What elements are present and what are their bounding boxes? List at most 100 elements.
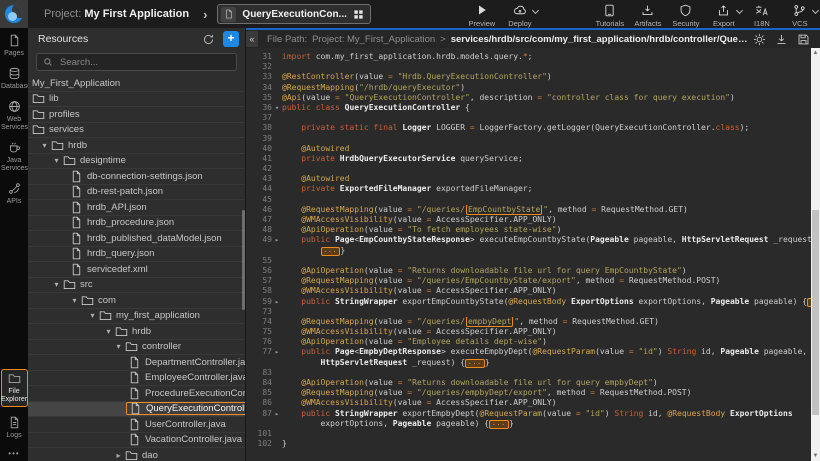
code-line[interactable]: 74 @RequestMapping(value = "/queries/emp… [246, 317, 811, 327]
fold-closed-icon[interactable]: ▸ [272, 347, 282, 357]
chevron-down-icon[interactable] [736, 7, 743, 14]
settings-icon[interactable] [753, 33, 766, 46]
code-line[interactable]: 85 @RequestMapping(value = "/queries/emp… [246, 388, 811, 398]
code-line[interactable]: 55 [246, 256, 811, 266]
code-line[interactable]: 73 [246, 307, 811, 317]
caret-down-icon[interactable]: ▾ [52, 156, 61, 165]
open-file-tab[interactable]: QueryExecutionCon... [217, 4, 370, 24]
security-button[interactable]: Security [667, 0, 705, 28]
code-line[interactable]: 43 @Autowired [246, 174, 811, 184]
tutorials-button[interactable]: Tutorials [591, 0, 629, 28]
scrollbar-thumb[interactable] [812, 210, 819, 415]
code-line[interactable]: 76 @ApiOperation(value = "Employee detai… [246, 337, 811, 347]
code-line[interactable]: 87▸ public StringWrapper exportEmpbyDept… [246, 409, 811, 419]
code-line[interactable]: ...} [246, 246, 811, 256]
sidebar-item-web-services[interactable]: Web Services [1, 100, 28, 132]
collapse-panel-button[interactable]: « [246, 31, 258, 47]
refresh-icon[interactable] [202, 33, 215, 46]
tree-item-designtime[interactable]: ▾designtime [28, 154, 245, 170]
tree-item-procedureexecutioncontroller-java[interactable]: ProcedureExecutionController.java [28, 386, 245, 402]
caret-down-icon[interactable]: ▾ [104, 327, 113, 336]
caret-down-icon[interactable]: ▾ [70, 296, 79, 305]
tree-item-my-first-application[interactable]: ▾my_first_application [28, 309, 245, 325]
tree-item-hrdb-query-json[interactable]: hrdb_query.json [28, 247, 245, 263]
code-line[interactable]: 46 @RequestMapping(value = "/queries/Emp… [246, 205, 811, 215]
code-line[interactable]: 38 private static final Logger LOGGER = … [246, 123, 811, 133]
folded-code-box[interactable]: ... [489, 420, 509, 429]
editor-scrollbar[interactable]: ▲ ▼ [811, 48, 820, 461]
caret-down-icon[interactable]: ▾ [88, 311, 97, 320]
folded-code-box[interactable]: ... [465, 359, 485, 368]
code-line[interactable]: 101 [246, 429, 811, 439]
sidebar-item-pages[interactable]: Pages [1, 34, 28, 58]
code-line[interactable]: 48 @ApiOperation(value = "To fetch emplo… [246, 225, 811, 235]
tree-item-hrdb-api-json[interactable]: hrdb_API.json [28, 200, 245, 216]
code-line[interactable]: 56 @ApiOperation(value = "Returns downlo… [246, 266, 811, 276]
tree-item-services[interactable]: services [28, 123, 245, 139]
caret-right-icon[interactable]: ▸ [114, 451, 123, 460]
tree-item-servicedef-xml[interactable]: servicedef.xml [28, 262, 245, 278]
code-line[interactable]: 37 [246, 113, 811, 123]
fold-closed-icon[interactable]: ▸ [272, 235, 282, 245]
caret-down-icon[interactable]: ▾ [114, 342, 123, 351]
deploy-button[interactable]: Deploy [501, 0, 539, 28]
code-line[interactable]: 75 @WMAccessVisibility(value = AccessSpe… [246, 327, 811, 337]
fold-closed-icon[interactable]: ▸ [272, 409, 282, 419]
code-line[interactable]: 77▸ public Page<EmpbyDeptResponse> execu… [246, 347, 811, 357]
code-line[interactable]: 47 @WMAccessVisibility(value = AccessSpe… [246, 215, 811, 225]
tree-item-controller[interactable]: ▾controller [28, 340, 245, 356]
code-line[interactable]: 84 @ApiOperation(value = "Returns downlo… [246, 378, 811, 388]
caret-down-icon[interactable]: ▾ [52, 280, 61, 289]
tree-item-hrdb[interactable]: ▾hrdb [28, 324, 245, 340]
vcs-button[interactable]: VCS [781, 0, 819, 28]
code-line[interactable]: 45 [246, 195, 811, 205]
code-line[interactable]: 36▾public class QueryExecutionController… [246, 103, 811, 113]
code-line[interactable]: 58 @WMAccessVisibility(value = AccessSpe… [246, 286, 811, 296]
folded-code-box[interactable]: ... [321, 247, 341, 256]
search-box[interactable] [36, 53, 237, 71]
fold-open-icon[interactable]: ▾ [272, 103, 282, 113]
search-input[interactable] [58, 56, 230, 69]
tree-item-lib[interactable]: lib [28, 92, 245, 108]
fold-closed-icon[interactable]: ▸ [272, 297, 282, 307]
app-logo[interactable] [0, 0, 28, 28]
code-line[interactable]: 34@RequestMapping("/hrdb/queryExecutor") [246, 83, 811, 93]
tree-item-dao[interactable]: ▸dao [28, 448, 245, 461]
scroll-up-icon[interactable]: ▲ [811, 48, 820, 58]
code-line[interactable]: 31import com.my_first_application.hrdb.m… [246, 52, 811, 62]
grid-icon[interactable] [353, 9, 364, 20]
sidebar-more-button[interactable]: ••• [8, 449, 19, 458]
sidebar-item-java-services[interactable]: Java Services [1, 141, 28, 173]
code-line[interactable]: 39 [246, 134, 811, 144]
code-line[interactable]: 42 [246, 164, 811, 174]
code-line[interactable]: 33@RestController(value = "Hrdb.QueryExe… [246, 72, 811, 82]
code-line[interactable]: 83 [246, 368, 811, 378]
tree-item-profiles[interactable]: profiles [28, 107, 245, 123]
download-icon[interactable] [775, 33, 788, 46]
code-line[interactable]: 86 @WMAccessVisibility(value = AccessSpe… [246, 398, 811, 408]
chevron-down-icon[interactable] [532, 7, 539, 14]
sidebar-item-apis[interactable]: APIs [1, 182, 28, 206]
tree-scrollbar[interactable] [242, 210, 245, 310]
tree-item-hrdb[interactable]: ▾hrdb [28, 138, 245, 154]
sidebar-item-file-explorer[interactable]: File Explorer [1, 369, 28, 407]
code-editor[interactable]: 31import com.my_first_application.hrdb.m… [246, 48, 820, 461]
caret-down-icon[interactable]: ▾ [40, 141, 49, 150]
tree-item-com[interactable]: ▾com [28, 293, 245, 309]
tree-item-usercontroller-java[interactable]: UserController.java [28, 417, 245, 433]
tree-item-hrdb-procedure-json[interactable]: hrdb_procedure.json [28, 216, 245, 232]
tree-item-db-connection-settings-json[interactable]: db-connection-settings.json [28, 169, 245, 185]
tree-item-my-first-application[interactable]: My_First_Application [28, 76, 245, 92]
tree-item-queryexecutioncontroller-java[interactable]: QueryExecutionController.java [28, 402, 245, 418]
export-button[interactable]: Export [705, 0, 743, 28]
tree-item-vacationcontroller-java[interactable]: VacationController.java [28, 433, 245, 449]
code-line[interactable]: 59▸ public StringWrapper exportEmpCountb… [246, 297, 811, 307]
tree-item-hrdb-published-datamodel-json[interactable]: hrdb_published_dataModel.json [28, 231, 245, 247]
tree-item-src[interactable]: ▾src [28, 278, 245, 294]
code-line[interactable]: 40 @Autowired [246, 144, 811, 154]
code-line[interactable]: 35@Api(value = "QueryExecutionController… [246, 93, 811, 103]
code-line[interactable]: HttpServletRequest _request) {...} [246, 358, 811, 368]
preview-button[interactable]: Preview [463, 0, 501, 28]
chevron-down-icon[interactable] [812, 7, 819, 14]
save-icon[interactable] [797, 33, 810, 46]
